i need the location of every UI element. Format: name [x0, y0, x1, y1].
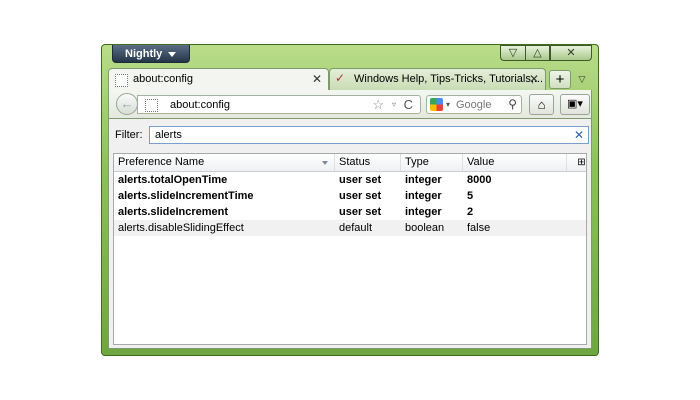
sort-descending-icon [322, 161, 328, 165]
pref-name: alerts.disableSlidingEffect [118, 222, 244, 234]
column-header-value[interactable]: Value [463, 154, 567, 171]
nightly-menu-button[interactable]: Nightly [112, 45, 190, 63]
window-controls: ▽ △ ✕ [500, 45, 592, 63]
bookmark-star-icon[interactable]: ☆ [372, 96, 384, 113]
pref-type: integer [405, 174, 442, 186]
url-bar[interactable]: ☆ ▿ C [137, 95, 421, 114]
history-dropdown-icon[interactable]: ▿ [392, 96, 396, 113]
pref-status: user set [339, 206, 382, 218]
tab-about-config[interactable]: about:config ✕ [108, 68, 329, 90]
tab-windows-help[interactable]: ✓ Windows Help, Tips-Tricks, Tutorials,.… [329, 68, 546, 90]
table-row[interactable]: alerts.slideIncrement user set integer 2 [114, 204, 586, 220]
clear-filter-icon[interactable]: ✕ [574, 127, 584, 143]
about-config-page: Filter: ✕ Preference Name Status Type Va… [108, 118, 592, 349]
table-row[interactable]: alerts.totalOpenTime user set integer 80… [114, 172, 586, 188]
tab-title: Windows Help, Tips-Tricks, Tutorials,... [354, 73, 544, 85]
browser-window: Nightly ▽ △ ✕ about:config ✕ ✓ Windows H… [101, 44, 599, 356]
table-header: Preference Name Status Type Value ⊞ [114, 154, 586, 172]
pref-name: alerts.slideIncrementTime [118, 190, 254, 202]
filter-label: Filter: [115, 129, 143, 141]
search-bar[interactable]: ▾ ⚲ [426, 95, 522, 114]
reload-icon[interactable]: C [404, 96, 413, 113]
home-button[interactable]: ⌂ [529, 94, 554, 115]
close-window-button[interactable]: ✕ [550, 45, 592, 61]
engine-dropdown-icon[interactable]: ▾ [446, 96, 450, 113]
pref-value: 8000 [467, 174, 492, 186]
google-engine-icon[interactable] [430, 98, 443, 111]
search-input[interactable] [456, 97, 504, 112]
pref-status: user set [339, 190, 382, 202]
pref-name: alerts.totalOpenTime [118, 174, 228, 186]
pref-type: integer [405, 190, 442, 202]
site-identity-icon[interactable] [145, 99, 158, 112]
tab-close-button[interactable]: ✕ [312, 69, 322, 90]
filter-field[interactable]: ✕ [149, 126, 589, 144]
column-header-type[interactable]: Type [401, 154, 463, 171]
maximize-button[interactable]: △ [525, 45, 550, 61]
navigation-toolbar: ☆ ▿ C ← ▾ ⚲ ⌂ ▣▾ [108, 90, 592, 118]
bookmarks-menu-button[interactable]: ▣▾ [560, 94, 590, 115]
tab-title: about:config [133, 73, 193, 85]
pref-status: user set [339, 174, 382, 186]
minimize-button[interactable]: ▽ [500, 45, 525, 61]
preferences-table: Preference Name Status Type Value ⊞ aler… [113, 153, 587, 345]
new-tab-button[interactable]: + [549, 70, 571, 89]
list-all-tabs-button[interactable]: ▽ [574, 70, 590, 89]
blank-page-icon [115, 74, 128, 87]
pref-type: boolean [405, 222, 445, 234]
pref-name: alerts.slideIncrement [118, 206, 229, 218]
site-favicon-icon: ✓ [335, 71, 346, 85]
tab-strip: about:config ✕ ✓ Windows Help, Tips-Tric… [108, 66, 592, 90]
column-header-status[interactable]: Status [335, 154, 401, 171]
back-button[interactable]: ← [116, 93, 138, 115]
pref-value: false [467, 222, 491, 234]
filter-row: Filter: ✕ [109, 119, 591, 153]
column-picker-icon[interactable]: ⊞ [567, 154, 596, 171]
search-icon[interactable]: ⚲ [508, 96, 517, 113]
table-row[interactable]: alerts.disableSlidingEffect default bool… [114, 220, 586, 236]
pref-value: 2 [467, 206, 474, 218]
pref-status: default [339, 222, 373, 234]
nightly-menu-label: Nightly [125, 48, 163, 60]
pref-type: integer [405, 206, 442, 218]
column-header-preference-name[interactable]: Preference Name [114, 154, 335, 171]
table-row[interactable]: alerts.slideIncrementTime user set integ… [114, 188, 586, 204]
tab-close-button[interactable]: ✕ [529, 69, 539, 90]
url-input[interactable] [170, 97, 360, 112]
dropdown-arrow-icon [168, 51, 177, 57]
title-bar: Nightly ▽ △ ✕ [102, 45, 598, 67]
filter-input[interactable] [155, 128, 555, 142]
pref-value: 5 [467, 190, 474, 202]
